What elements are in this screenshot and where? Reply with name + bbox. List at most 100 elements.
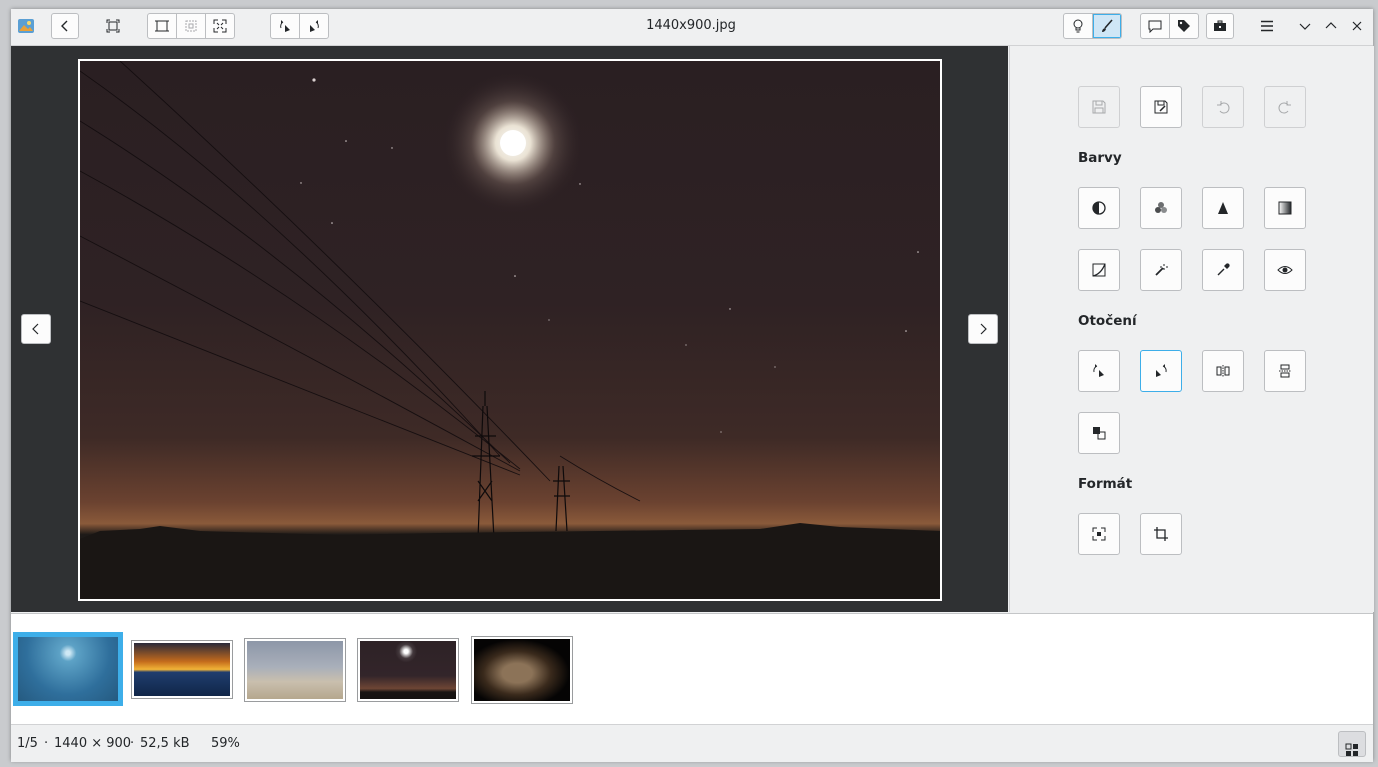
main-photo <box>78 59 942 601</box>
thumb-wolf <box>474 639 570 701</box>
zoom-original-button[interactable] <box>177 14 206 38</box>
zoom-fit-button[interactable] <box>148 14 177 38</box>
crop-button[interactable] <box>1140 513 1182 555</box>
maximize-button[interactable] <box>1317 13 1345 39</box>
main-menu-button[interactable] <box>1253 13 1281 39</box>
zoom-fill-icon <box>213 19 227 33</box>
color-balance-button[interactable] <box>1140 187 1182 229</box>
toolbar-rotate-right-button[interactable] <box>300 14 328 38</box>
rotate-left-icon <box>1091 363 1107 379</box>
mode-button-group <box>1063 13 1122 39</box>
resize-button[interactable] <box>1078 513 1120 555</box>
zoom-button-group <box>147 13 235 39</box>
thumbnail-4[interactable] <box>357 638 459 702</box>
image-filesize: 52,5 kB <box>140 736 190 751</box>
fit-window-button[interactable] <box>99 13 127 39</box>
save-as-icon <box>1154 100 1168 114</box>
thumbnail-1[interactable] <box>13 632 123 706</box>
chevron-left-icon <box>59 20 71 32</box>
thumbnail-toggle-button[interactable] <box>1338 731 1366 757</box>
desaturate-button[interactable] <box>1264 187 1306 229</box>
edit-panel: Barvy Otočení Formát <box>1009 46 1374 612</box>
thumb-night-moon-blue <box>18 637 118 701</box>
crop-icon <box>1153 526 1169 542</box>
toolbar-rotate-left-button[interactable] <box>271 14 300 38</box>
color-picker-button[interactable] <box>1202 249 1244 291</box>
previous-image-button[interactable] <box>21 314 51 344</box>
redo-button[interactable] <box>1264 86 1306 128</box>
comment-button[interactable] <box>1141 14 1170 38</box>
rotate-right-icon <box>307 19 321 33</box>
minimize-icon <box>1299 20 1311 32</box>
rotate-button-group <box>270 13 329 39</box>
chevron-left-icon <box>30 323 42 335</box>
curves-button[interactable] <box>1078 249 1120 291</box>
tag-button[interactable] <box>1170 14 1198 38</box>
undo-button[interactable] <box>1202 86 1244 128</box>
undo-icon <box>1216 100 1230 114</box>
close-icon <box>1351 20 1363 32</box>
thumbnail-grid-icon <box>1345 743 1359 757</box>
tag-icon <box>1177 19 1191 33</box>
toolbox-icon <box>1213 19 1227 33</box>
brightness-contrast-button[interactable] <box>1078 187 1120 229</box>
edit-mode-button[interactable] <box>1093 14 1121 38</box>
status-separator: · <box>130 736 135 751</box>
red-eye-button[interactable] <box>1264 249 1306 291</box>
metadata-button-group <box>1140 13 1199 39</box>
thumbnail-2[interactable] <box>131 640 233 699</box>
colors-section-heading: Barvy <box>1078 150 1122 166</box>
status-separator: · <box>44 736 49 751</box>
thumb-night-moon <box>360 641 456 699</box>
zoom-level: 59% <box>211 736 240 751</box>
comment-icon <box>1148 19 1162 33</box>
lightbulb-icon <box>1071 19 1085 33</box>
rotate-right-icon <box>1153 363 1169 379</box>
desaturate-icon <box>1277 200 1293 216</box>
image-viewer-window: 1440x900.jpg Barvy Otočení Formát 1/5 · … <box>11 9 1374 762</box>
save-as-button[interactable] <box>1140 86 1182 128</box>
flip-horizontal-icon <box>1215 363 1231 379</box>
toolbar: 1440x900.jpg <box>11 9 1373 46</box>
chevron-right-icon <box>977 323 989 335</box>
red-eye-icon <box>1277 262 1293 278</box>
next-image-button[interactable] <box>968 314 998 344</box>
color-balance-icon <box>1153 200 1169 216</box>
close-button[interactable] <box>1343 13 1371 39</box>
back-button[interactable] <box>51 13 79 39</box>
thumb-sunset-sea <box>134 643 230 696</box>
fit-window-icon <box>106 19 120 33</box>
flip-horizontal-button[interactable] <box>1202 350 1244 392</box>
zoom-fit-icon <box>155 19 169 33</box>
save-button[interactable] <box>1078 86 1120 128</box>
minimize-button[interactable] <box>1291 13 1319 39</box>
save-icon <box>1092 100 1106 114</box>
brush-icon <box>1100 19 1114 33</box>
sharpen-button[interactable] <box>1202 187 1244 229</box>
auto-enhance-button[interactable] <box>1140 249 1182 291</box>
rotate-left-button[interactable] <box>1078 350 1120 392</box>
info-mode-button[interactable] <box>1064 14 1093 38</box>
thumbnail-5[interactable] <box>471 636 573 704</box>
flip-vertical-button[interactable] <box>1264 350 1306 392</box>
resize-icon <box>1091 526 1107 542</box>
transpose-button[interactable] <box>1078 412 1120 454</box>
thumb-horses <box>247 641 343 699</box>
window-title: 1440x900.jpg <box>646 18 736 33</box>
redo-icon <box>1278 100 1292 114</box>
auto-enhance-icon <box>1153 262 1169 278</box>
zoom-fill-button[interactable] <box>206 14 234 38</box>
flip-vertical-icon <box>1277 363 1293 379</box>
sharpen-icon <box>1215 200 1231 216</box>
tools-button[interactable] <box>1206 13 1234 39</box>
image-position: 1/5 <box>17 736 38 751</box>
image-dimensions: 1440 × 900 <box>54 736 132 751</box>
color-picker-icon <box>1215 262 1231 278</box>
zoom-original-icon <box>184 19 198 33</box>
status-bar: 1/5 · 1440 × 900 · 52,5 kB 59% <box>11 724 1373 762</box>
maximize-icon <box>1325 20 1337 32</box>
app-icon <box>17 13 35 39</box>
thumbnail-3[interactable] <box>244 638 346 702</box>
curves-icon <box>1091 262 1107 278</box>
rotate-right-button[interactable] <box>1140 350 1182 392</box>
